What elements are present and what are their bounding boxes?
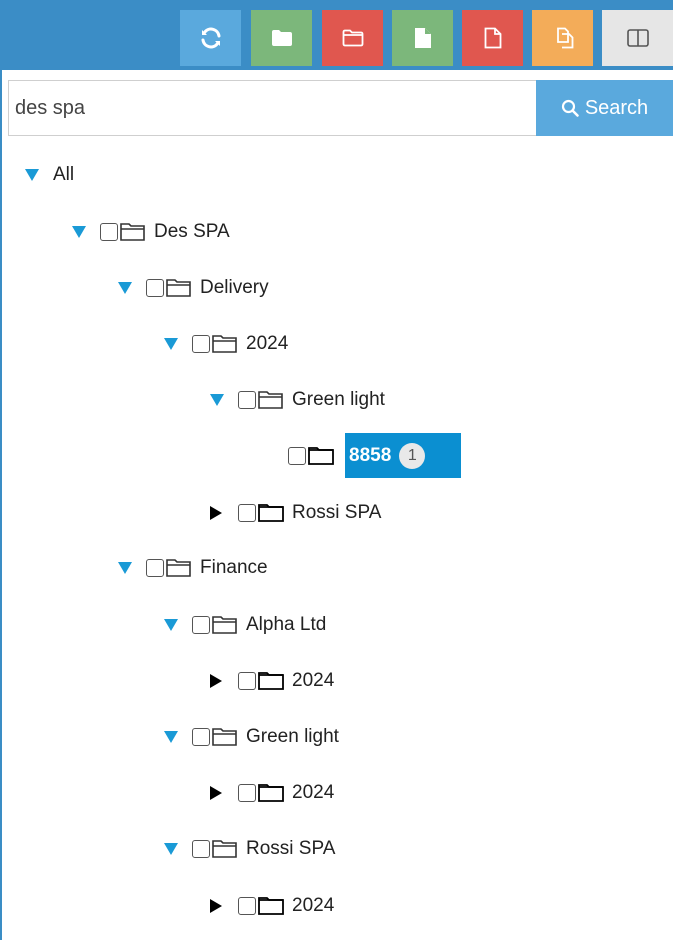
tree-checkbox[interactable] <box>192 616 210 634</box>
tree-checkbox[interactable] <box>146 559 164 577</box>
file-add-icon <box>414 28 431 48</box>
expanded-caret-icon[interactable] <box>72 226 86 238</box>
collapsed-caret-icon[interactable] <box>210 506 222 520</box>
tree-node-finance-rossi-spa[interactable]: Rossi SPA <box>164 834 335 864</box>
count-badge: 1 <box>399 442 426 469</box>
expanded-caret-icon[interactable] <box>164 619 178 631</box>
expanded-caret-icon[interactable] <box>118 282 132 294</box>
open-folder-icon <box>166 277 196 299</box>
tree-checkbox[interactable] <box>192 728 210 746</box>
open-folder-icon <box>120 221 150 243</box>
tree-node-delivery-2024[interactable]: 2024 <box>164 329 288 359</box>
tree-checkbox[interactable] <box>100 223 118 241</box>
copy-button[interactable] <box>532 10 593 66</box>
search-icon <box>561 99 579 117</box>
folder-icon <box>308 445 338 467</box>
expanded-caret-icon[interactable] <box>164 338 178 350</box>
open-folder-icon <box>212 614 242 636</box>
tree-checkbox[interactable] <box>192 840 210 858</box>
tree-node-rossi-spa[interactable]: Rossi SPA <box>208 498 381 528</box>
copy-icon <box>556 27 573 49</box>
open-folder-icon <box>166 557 196 579</box>
folder-delete-icon <box>342 29 363 47</box>
open-folder-icon <box>258 389 288 411</box>
tree-checkbox[interactable] <box>288 447 306 465</box>
collapsed-caret-icon[interactable] <box>210 899 222 913</box>
tree-node-delivery[interactable]: Delivery <box>118 273 269 303</box>
tree-checkbox[interactable] <box>238 897 256 915</box>
delete-file-button[interactable] <box>462 10 523 66</box>
tree-node-finance-green-2024[interactable]: 2024 <box>208 778 334 808</box>
search-bar: Search <box>8 80 673 136</box>
folder-add-icon <box>271 30 292 46</box>
panel-left-border <box>0 0 2 940</box>
collapsed-caret-icon[interactable] <box>210 674 222 688</box>
tree-checkbox[interactable] <box>192 335 210 353</box>
search-input[interactable] <box>8 80 536 136</box>
tree-checkbox[interactable] <box>238 391 256 409</box>
collapsed-caret-icon[interactable] <box>210 786 222 800</box>
open-folder-icon <box>212 838 242 860</box>
tree-node-finance-rossi-2024[interactable]: 2024 <box>208 891 334 921</box>
file-delete-icon <box>484 27 501 49</box>
folder-icon <box>258 895 288 917</box>
tree-node-8858[interactable] <box>288 441 342 471</box>
search-button[interactable]: Search <box>536 80 673 136</box>
split-view-button[interactable] <box>602 10 673 66</box>
tree-node-alpha-ltd[interactable]: Alpha Ltd <box>164 610 326 640</box>
folder-icon <box>258 782 288 804</box>
open-folder-icon <box>212 726 242 748</box>
tree-checkbox[interactable] <box>238 504 256 522</box>
search-button-label: Search <box>584 96 649 119</box>
open-folder-icon <box>212 333 242 355</box>
tree-node-finance[interactable]: Finance <box>118 553 268 583</box>
tree-node-green-light[interactable]: Green light <box>210 385 385 415</box>
expanded-caret-icon[interactable] <box>25 169 39 181</box>
delete-folder-button[interactable] <box>322 10 383 66</box>
tree-node-all[interactable]: All <box>25 160 74 190</box>
tree-node-des-spa[interactable]: Des SPA <box>72 217 230 247</box>
add-file-button[interactable] <box>392 10 453 66</box>
tree-checkbox[interactable] <box>238 672 256 690</box>
tree-checkbox[interactable] <box>146 279 164 297</box>
tree-node-alpha-2024[interactable]: 2024 <box>208 666 334 696</box>
expanded-caret-icon[interactable] <box>164 731 178 743</box>
expanded-caret-icon[interactable] <box>164 843 178 855</box>
toolbar <box>0 0 673 70</box>
folder-icon <box>258 670 288 692</box>
folder-icon <box>258 502 288 524</box>
split-view-icon <box>626 29 649 47</box>
tree-checkbox[interactable] <box>238 784 256 802</box>
tree-node-finance-green-light[interactable]: Green light <box>164 722 339 752</box>
refresh-button[interactable] <box>180 10 241 66</box>
expanded-caret-icon[interactable] <box>210 394 224 406</box>
add-folder-button[interactable] <box>251 10 312 66</box>
selected-node-8858[interactable]: 8858 1 <box>345 433 461 478</box>
expanded-caret-icon[interactable] <box>118 562 132 574</box>
refresh-icon <box>201 27 220 49</box>
